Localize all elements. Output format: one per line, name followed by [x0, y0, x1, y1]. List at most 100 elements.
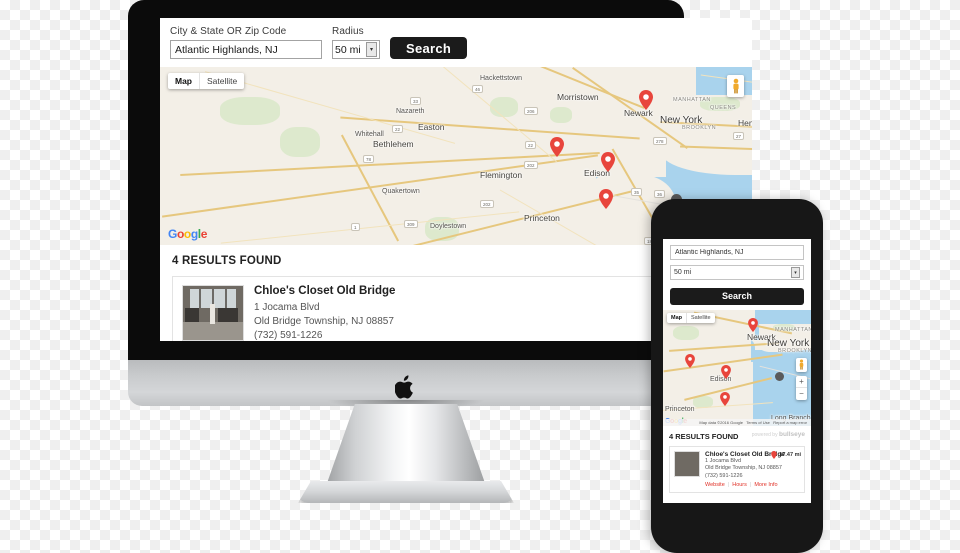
map-label-hempstead: Hempstead [738, 118, 752, 128]
desktop-search-bar: City & State OR Zip Code Radius 50 mi ▾ … [160, 18, 752, 67]
map-label-nazareth: Nazareth [396, 108, 425, 115]
map-label-easton: Easton [418, 122, 445, 132]
route-shield: 36 [654, 190, 666, 198]
mobile-map-attribution: Map data ©2016 Google Terms of Use Repor… [663, 418, 811, 426]
route-shield: 206 [524, 107, 538, 115]
chevron-down-icon: ▾ [366, 42, 377, 57]
route-shield: 309 [404, 220, 418, 228]
iphone-screen: 50 mi ▾ Search [663, 239, 811, 503]
mobile-map-type-map[interactable]: Map [667, 313, 686, 323]
chevron-down-icon: ▾ [791, 267, 800, 278]
mobile-zoom-in-button[interactable]: + [796, 376, 807, 388]
mobile-distance-value: 17.47 mi [779, 451, 801, 458]
map-type-control[interactable]: Map Satellite [168, 73, 245, 89]
green-area [220, 97, 280, 125]
mobile-map-type-satellite[interactable]: Satellite [687, 313, 715, 323]
google-logo: Google [168, 227, 207, 241]
route-shield: 78 [363, 155, 375, 163]
powered-by-text: powered by [751, 431, 779, 438]
mobile-result-address-line2: Old Bridge Township, NJ 08857 [705, 465, 782, 471]
street-view-pegman-icon[interactable] [727, 75, 744, 97]
mobile-result-phone: (732) 591-1226 [705, 472, 743, 479]
mobile-result-card[interactable]: Chloe's Closet Old Bridge 1 Jocama Blvd … [669, 445, 805, 493]
powered-by-badge: powered by bullseye [752, 431, 805, 438]
mobile-marker-newark[interactable] [748, 317, 758, 332]
marker-edison[interactable] [601, 152, 615, 172]
map-label-whitehall: Whitehall [355, 131, 384, 138]
map-label-princeton: Princeton [524, 213, 560, 223]
mobile-marker-old-bridge[interactable] [720, 391, 730, 406]
map-label-queens: QUEENS [710, 105, 737, 111]
mobile-zoom-control[interactable]: + − [796, 375, 807, 400]
route-shield: 278 [653, 137, 667, 145]
mobile-map-type-control[interactable]: Map Satellite [667, 312, 715, 323]
green-area [673, 325, 699, 340]
map-label-bethlehem: Bethlehem [373, 139, 414, 149]
route-shield: 1 [351, 223, 360, 231]
marker-somerset[interactable] [550, 137, 564, 157]
map-label-flemington: Flemington [480, 170, 523, 180]
map-label-manhattan: MANHATTAN [673, 97, 711, 103]
mobile-marker-edison[interactable] [721, 364, 731, 379]
mobile-label-manhattan: MANHATTAN [775, 326, 811, 333]
marker-old-bridge[interactable] [599, 189, 613, 209]
green-area [550, 107, 572, 123]
mobile-radius-select[interactable]: 50 mi ▾ [670, 265, 804, 280]
mobile-result-address-line1: 1 Jocama Blvd [705, 457, 742, 464]
route-shield: 22 [525, 141, 537, 149]
marker-newark[interactable] [639, 90, 653, 110]
apple-logo [394, 375, 415, 399]
imac-desktop: City & State OR Zip Code Radius 50 mi ▾ … [128, 0, 752, 503]
mobile-map-data-attribution: Map data ©2016 Google [699, 419, 744, 425]
green-area [490, 97, 518, 117]
route-shield: 46 [472, 85, 484, 93]
screenshot-stage: City & State OR Zip Code Radius 50 mi ▾ … [0, 0, 960, 553]
route-shield: 27 [733, 132, 745, 140]
map-type-map[interactable]: Map [168, 73, 199, 89]
route-shield: 22 [392, 125, 404, 133]
mobile-marker-somerset[interactable] [685, 353, 695, 368]
city-field-label: City & State OR Zip Code [170, 26, 287, 37]
iphone-mobile: 50 mi ▾ Search [651, 199, 823, 553]
route-shield: 33 [410, 97, 422, 105]
mobile-radius-value: 50 mi [674, 269, 692, 276]
map-label-hackettstown: Hackettstown [480, 75, 523, 82]
radius-field-group: Radius 50 mi ▾ [332, 26, 380, 59]
city-field-group: City & State OR Zip Code [170, 26, 322, 59]
mobile-search-bar: 50 mi ▾ Search [663, 239, 811, 310]
radius-select[interactable]: 50 mi ▾ [332, 40, 380, 59]
mobile-search-button[interactable]: Search [670, 287, 804, 305]
mobile-link-website[interactable]: Website [705, 482, 725, 488]
mobile-city-zip-input[interactable] [670, 245, 804, 260]
search-button[interactable]: Search [390, 37, 468, 59]
map-label-quakertown: Quakertown [382, 188, 420, 195]
route-shield: 202 [524, 161, 538, 169]
radius-select-value: 50 mi [335, 43, 361, 56]
map-label-brooklyn: BROOKLYN [682, 125, 717, 131]
mobile-map-terms-link[interactable]: Terms of Use [746, 420, 770, 425]
map-label-doylestown: Doylestown [430, 223, 467, 230]
radius-field-label: Radius [332, 26, 364, 37]
map-type-satellite[interactable]: Satellite [200, 73, 244, 89]
mobile-zoom-out-button[interactable]: − [796, 388, 807, 400]
mobile-label-brooklyn: BROOKLYN [778, 347, 811, 354]
map-label-morristown: Morristown [557, 92, 599, 102]
mobile-label-princeton: Princeton [665, 405, 695, 413]
result-thumbnail [182, 285, 244, 341]
mobile-link-hours[interactable]: Hours [732, 482, 747, 488]
imac-stand-base [298, 481, 514, 503]
route-shield: 202 [480, 200, 494, 208]
bullseye-brand: bullseye [778, 430, 805, 438]
mobile-street-view-pegman-icon[interactable] [796, 357, 807, 372]
mobile-result-links: Website | Hours | More Info [705, 482, 778, 488]
route-shield: 35 [631, 188, 643, 196]
mobile-map-report-link[interactable]: Report a map error [773, 420, 807, 425]
city-zip-input[interactable] [170, 40, 322, 59]
distance-pin-icon [771, 450, 778, 459]
map-poi-dot [775, 371, 784, 381]
mobile-results-panel: 4 RESULTS FOUND powered by bullseye Chlo… [663, 426, 811, 493]
mobile-map[interactable]: Newark New York MANHATTAN BROOKLYN Ediso… [663, 309, 811, 426]
mobile-result-distance: 17.47 mi [771, 450, 801, 459]
mobile-result-thumbnail [674, 450, 700, 477]
mobile-link-more-info[interactable]: More Info [754, 482, 777, 488]
